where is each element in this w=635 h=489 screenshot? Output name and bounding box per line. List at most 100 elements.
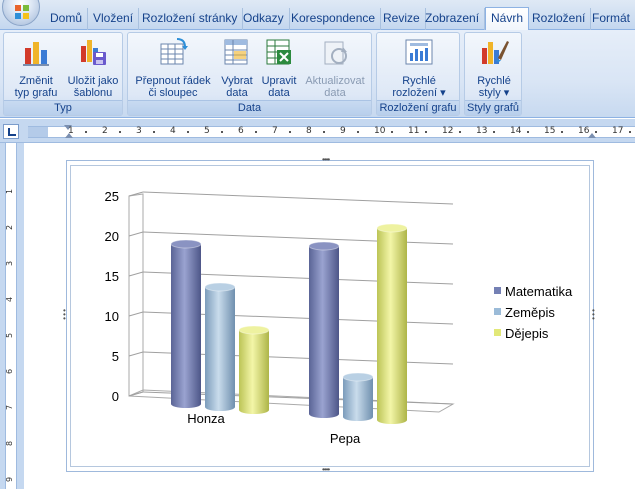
bar-zeměpis-pepa bbox=[343, 377, 373, 417]
ruler-number: 7 bbox=[5, 404, 15, 411]
tab-rozlozeni[interactable]: Rozložení bbox=[527, 8, 592, 30]
tab-revize[interactable]: Revize bbox=[378, 8, 426, 30]
group-chart-layout: Rychlé rozložení ▾ Rozložení grafu bbox=[376, 32, 460, 116]
refresh-data-button[interactable]: Aktualizovat data bbox=[300, 36, 370, 99]
group-typ: Změnit typ grafu Uložit jako šablonu Typ bbox=[3, 32, 123, 116]
resize-handle-left[interactable]: • • • bbox=[63, 307, 67, 323]
office-button[interactable] bbox=[2, 0, 40, 26]
ruler-number: 4 bbox=[5, 296, 15, 303]
y-tick-label: 10 bbox=[105, 309, 119, 324]
ruler-tick bbox=[425, 131, 427, 133]
quick-layout-label: Rychlé rozložení ▾ bbox=[392, 75, 446, 99]
ruler-number: 9 bbox=[5, 476, 15, 483]
ruler-number: 14 bbox=[510, 126, 522, 136]
ribbon: Změnit typ grafu Uložit jako šablonu Typ bbox=[0, 30, 635, 118]
chart-legend[interactable]: Matematika Zeměpis Dějepis bbox=[494, 284, 573, 341]
ruler-tick bbox=[629, 131, 631, 133]
tab-korespondence[interactable]: Korespondence bbox=[286, 8, 382, 30]
chart-area[interactable]: 0 5 10 15 20 25 Honza Pepa Matematika Zeměpis Dě… bbox=[70, 165, 590, 467]
group-typ-label: Typ bbox=[4, 100, 122, 115]
tab-format[interactable]: Formát bbox=[587, 8, 635, 30]
edit-data-label: Upravit data bbox=[261, 75, 297, 99]
tab-navrh[interactable]: Návrh bbox=[485, 7, 530, 31]
quick-styles-icon bbox=[482, 41, 509, 64]
chart-bars bbox=[170, 223, 408, 424]
resize-handle-top[interactable]: •••• bbox=[322, 155, 330, 164]
ruler-number: 4 bbox=[170, 126, 176, 136]
bar-top bbox=[376, 223, 408, 233]
ruler-number: 7 bbox=[272, 126, 278, 136]
change-chart-type-button[interactable]: Změnit typ grafu bbox=[7, 36, 65, 99]
y-axis-tick-labels: 0 5 10 15 20 25 bbox=[105, 189, 119, 404]
select-data-button[interactable]: Vybrat data bbox=[216, 36, 258, 99]
ruler-number: 8 bbox=[5, 440, 15, 447]
ruler-tick bbox=[493, 131, 495, 133]
ruler-number: 2 bbox=[5, 224, 15, 231]
legend-label: Dějepis bbox=[505, 326, 549, 341]
bar-top bbox=[308, 241, 340, 251]
ruler-number: 5 bbox=[5, 332, 15, 339]
change-chart-type-label: Změnit typ grafu bbox=[14, 75, 58, 99]
horizontal-ruler-scale[interactable]: 1 2 3 4 5 6 7 8 9 10 11 12 13 14 15 16 17 bbox=[28, 125, 635, 138]
legend-swatch bbox=[494, 329, 501, 336]
ruler-tick bbox=[357, 131, 359, 133]
group-chart-layout-label: Rozložení grafu bbox=[377, 100, 459, 115]
edit-data-button[interactable]: Upravit data bbox=[258, 36, 300, 99]
bar-base bbox=[343, 413, 373, 421]
switch-row-column-label: Přepnout řádek či sloupec bbox=[135, 75, 211, 99]
quick-styles-label: Rychlé styly ▾ bbox=[477, 75, 511, 99]
tab-zobrazeni[interactable]: Zobrazení bbox=[420, 8, 486, 30]
tab-vlozeni[interactable]: Vložení bbox=[88, 8, 140, 30]
ruler-number: 1 bbox=[68, 126, 74, 136]
legend-label: Zeměpis bbox=[505, 305, 555, 320]
y-tick-label: 5 bbox=[112, 349, 119, 364]
save-template-icon bbox=[81, 40, 106, 65]
switch-row-column-button[interactable]: Přepnout řádek či sloupec bbox=[130, 36, 216, 99]
ruler-number: 11 bbox=[408, 126, 420, 136]
x-category-label: Pepa bbox=[330, 431, 361, 446]
vertical-ruler-scale[interactable]: 1 2 3 4 5 6 7 8 9 bbox=[5, 143, 17, 489]
quick-layout-button[interactable]: Rychlé rozložení ▾ bbox=[379, 36, 459, 99]
ruler-number: 2 bbox=[102, 126, 108, 136]
save-as-template-label: Uložit jako šablonu bbox=[67, 75, 119, 99]
ruler-number: 6 bbox=[5, 368, 15, 375]
ruler-tick bbox=[221, 131, 223, 133]
y-tick-label: 0 bbox=[112, 389, 119, 404]
gridline-side bbox=[128, 231, 144, 237]
bar-base bbox=[309, 410, 339, 418]
tab-rozlozeni-stranky[interactable]: Rozložení stránky bbox=[137, 8, 244, 30]
legend-swatch bbox=[494, 287, 501, 294]
ruler-number: 15 bbox=[544, 126, 556, 136]
ruler-number: 5 bbox=[204, 126, 210, 136]
bar-base bbox=[377, 416, 407, 424]
refresh-data-label: Aktualizovat data bbox=[305, 75, 365, 99]
group-data-label: Data bbox=[128, 100, 371, 115]
group-chart-styles: Rychlé styly ▾ Styly grafů bbox=[464, 32, 522, 116]
legend-label: Matematika bbox=[505, 284, 573, 299]
group-data: Přepnout řádek či sloupec Vybrat data Up… bbox=[127, 32, 372, 116]
tab-domu[interactable]: Domů bbox=[45, 8, 89, 30]
tab-selector-button[interactable] bbox=[3, 124, 19, 139]
bar-matematika-pepa bbox=[309, 246, 339, 414]
ruler-tick bbox=[527, 131, 529, 133]
ruler-tick bbox=[595, 131, 597, 133]
resize-handle-right[interactable]: • • • bbox=[592, 307, 596, 323]
quick-styles-button[interactable]: Rychlé styly ▾ bbox=[467, 36, 521, 99]
save-as-template-button[interactable]: Uložit jako šablonu bbox=[64, 36, 122, 99]
ruler-number: 10 bbox=[374, 126, 386, 136]
chart-frame[interactable]: •••• •••• • • • • • • 0 5 10 15 20 25 Ho… bbox=[63, 155, 596, 474]
bar-top bbox=[342, 372, 374, 382]
ruler-tick bbox=[289, 131, 291, 133]
quick-layout-icon bbox=[405, 39, 433, 65]
gridline-side bbox=[128, 311, 144, 317]
ruler-left-margin bbox=[28, 127, 48, 137]
bar-matematika-honza bbox=[171, 244, 201, 404]
y-tick-label: 20 bbox=[105, 229, 119, 244]
ribbon-tab-bar: Domů Vložení Rozložení stránky Odkazy Ko… bbox=[0, 0, 635, 31]
bar-top bbox=[204, 282, 236, 292]
bar-base bbox=[171, 400, 201, 408]
group-chart-styles-label: Styly grafů bbox=[465, 100, 521, 115]
chart-side-wall bbox=[128, 193, 144, 397]
ruler-tick bbox=[391, 131, 393, 133]
tab-odkazy[interactable]: Odkazy bbox=[238, 8, 290, 30]
